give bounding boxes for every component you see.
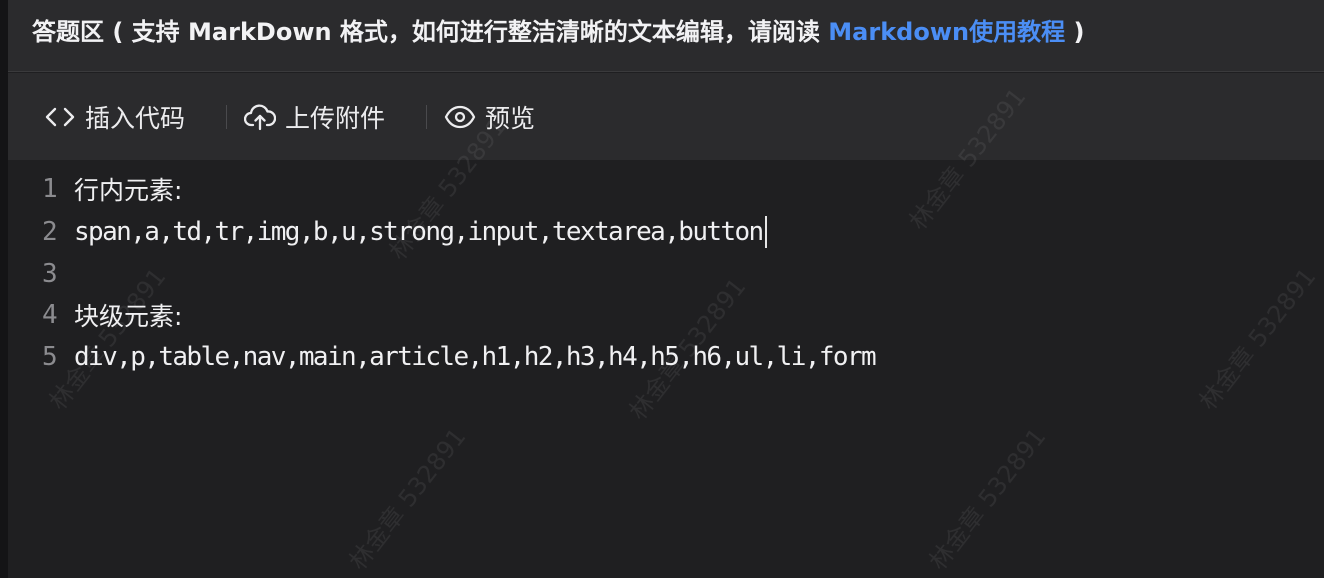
markdown-tutorial-link[interactable]: Markdown使用教程 (828, 18, 1065, 46)
line-number: 1 (42, 174, 58, 204)
cloud-upload-icon (244, 104, 276, 131)
toolbar-divider (226, 105, 227, 129)
upload-attachment-label: 上传附件 (285, 104, 386, 133)
line-number: 4 (42, 300, 58, 330)
line-number: 5 (42, 342, 58, 372)
page-title: 答题区 ( 支持 MarkDown 格式，如何进行整洁清晰的文本编辑，请阅读 M… (32, 12, 1084, 47)
editor-line: 2 span,a,td,tr,img,b,u,strong,input,text… (8, 211, 767, 253)
toolbar-divider (426, 105, 427, 129)
preview-label: 预览 (485, 104, 536, 133)
editor-line: 4 块级元素: (8, 294, 182, 336)
answer-area-header: 答题区 ( 支持 MarkDown 格式，如何进行整洁清晰的文本编辑，请阅读 M… (8, 0, 1324, 72)
insert-code-label: 插入代码 (85, 104, 186, 133)
code-brackets-icon (45, 107, 75, 127)
line-text: 行内元素: (74, 176, 183, 205)
line-text: 块级元素: (74, 302, 183, 331)
title-prefix: 答题区 ( 支持 MarkDown 格式，如何进行整洁清晰的文本编辑，请阅读 (32, 18, 829, 46)
line-text: span,a,td,tr,img,b,u,strong,input,textar… (74, 217, 764, 247)
editor-toolbar: 插入代码 上传附件 预览 (8, 73, 1324, 160)
line-number: 2 (42, 217, 58, 247)
editor-line: 1 行内元素: (8, 168, 182, 210)
title-suffix: ) (1065, 18, 1085, 46)
editor-line: 5 div,p,table,nav,main,article,h1,h2,h3,… (8, 336, 877, 378)
preview-button[interactable]: 预览 (444, 99, 535, 135)
upload-attachment-button[interactable]: 上传附件 (244, 99, 385, 135)
editor-line: 3 (8, 253, 74, 295)
insert-code-button[interactable]: 插入代码 (44, 99, 185, 135)
eye-icon (444, 105, 476, 129)
text-cursor (764, 216, 767, 248)
line-text: div,p,table,nav,main,article,h1,h2,h3,h4… (74, 342, 877, 372)
line-number: 3 (42, 259, 58, 289)
left-edge (0, 0, 8, 578)
markdown-editor[interactable]: 1 行内元素: 2 span,a,td,tr,img,b,u,strong,in… (8, 160, 1324, 578)
